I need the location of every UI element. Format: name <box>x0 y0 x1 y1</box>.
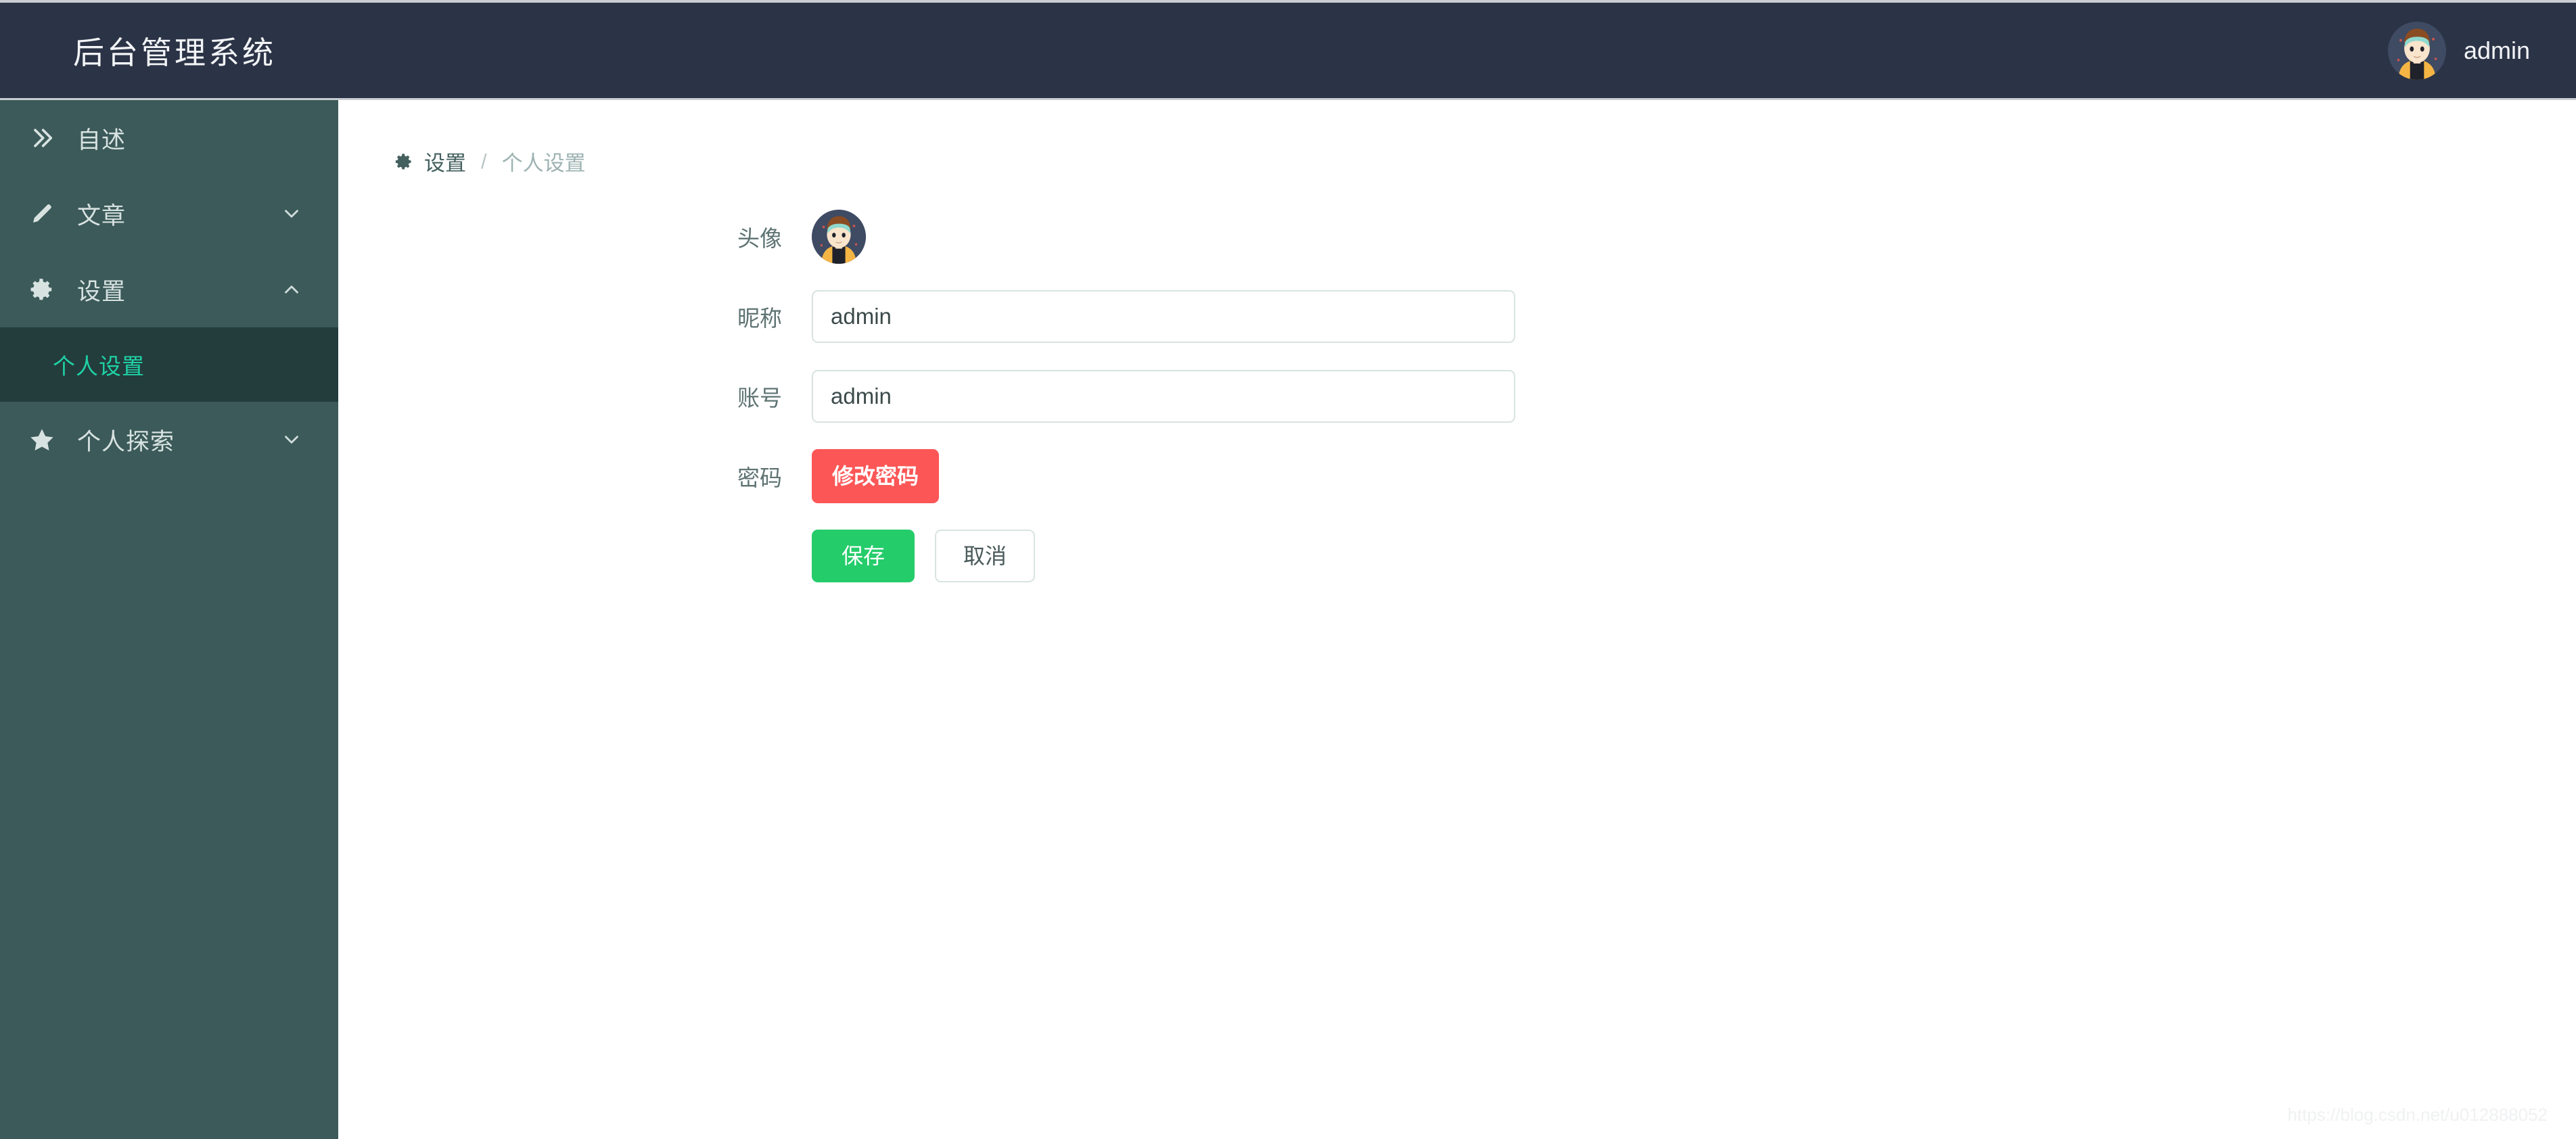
form-row-nickname: 昵称 <box>338 283 2576 350</box>
account-field <box>812 370 1515 423</box>
main-content: 设置 / 个人设置 头像 昵称 admin 账号 admin 密码 修改密码 保… <box>338 100 2576 1139</box>
chevron-up-icon[interactable] <box>280 278 303 301</box>
change-password-button[interactable]: 修改密码 <box>812 449 940 503</box>
account-input[interactable] <box>812 370 1515 423</box>
pencil-icon <box>23 201 61 227</box>
gear-icon <box>394 152 413 171</box>
sidebar-item-label: 设置 <box>77 278 127 305</box>
sidebar-subitem-personal-settings[interactable]: 个人设置 <box>0 327 338 402</box>
app-title: 后台管理系统 <box>73 34 276 70</box>
sidebar-item-settings[interactable]: 设置 <box>0 252 338 327</box>
password-label: 密码 <box>737 465 782 490</box>
nickname-input[interactable] <box>812 290 1515 343</box>
form-actions: 保存 取消 <box>812 530 1036 582</box>
form-row-account: 账号 <box>338 363 2576 429</box>
password-field: 修改密码 <box>812 449 940 503</box>
admin-dashboard-page: 后台管理系统 admin 自述 文章 设置 个人设置 个人探索 设置 / 个人设… <box>0 0 2576 1139</box>
nickname-label: 昵称 <box>737 306 782 331</box>
form-row-actions: 保存 取消 <box>338 523 2576 589</box>
watermark-text: https://blog.csdn.net/u012888052 <box>2287 1105 2548 1125</box>
save-button[interactable]: 保存 <box>812 530 915 582</box>
chevron-down-icon[interactable] <box>280 428 303 451</box>
form-row-avatar: 头像 <box>338 204 2576 270</box>
profile-avatar-icon[interactable] <box>812 210 866 264</box>
chevron-down-icon[interactable] <box>280 202 303 225</box>
sidebar-subitem-label: 个人设置 <box>53 354 145 379</box>
top-header-bar: 后台管理系统 admin <box>0 0 2576 100</box>
sidebar-item-label: 文章 <box>77 202 127 229</box>
sidebar-item-personal-explore[interactable]: 个人探索 <box>0 402 338 478</box>
sidebar-item-label: 自述 <box>77 126 127 154</box>
account-label: 账号 <box>737 386 782 411</box>
breadcrumb-link-personal-settings[interactable]: 个人设置 <box>502 146 586 177</box>
breadcrumb-current: 设置 <box>424 152 466 175</box>
star-icon <box>23 426 61 453</box>
sidebar-item-self-intro[interactable]: 自述 <box>0 100 338 176</box>
user-name-label: admin <box>2463 36 2530 64</box>
avatar-label: 头像 <box>737 226 782 251</box>
nickname-field <box>812 290 1515 343</box>
avatar-field[interactable] <box>812 210 866 264</box>
sidebar-item-articles[interactable]: 文章 <box>0 176 338 252</box>
breadcrumb-separator: / <box>481 149 487 173</box>
user-avatar-icon <box>2387 21 2446 80</box>
personal-settings-form: 头像 昵称 admin 账号 admin 密码 修改密码 保存 取消 <box>338 177 2576 589</box>
breadcrumb: 设置 / 个人设置 <box>338 100 2576 177</box>
gear-icon <box>23 277 61 302</box>
double-chevron-right-icon <box>23 124 61 152</box>
form-row-password: 密码 修改密码 <box>338 443 2576 509</box>
user-menu[interactable]: admin <box>2387 21 2576 80</box>
sidebar-navigation: 自述 文章 设置 个人设置 个人探索 <box>0 100 338 1139</box>
sidebar-item-label: 个人探索 <box>77 428 175 455</box>
cancel-button[interactable]: 取消 <box>935 530 1036 582</box>
